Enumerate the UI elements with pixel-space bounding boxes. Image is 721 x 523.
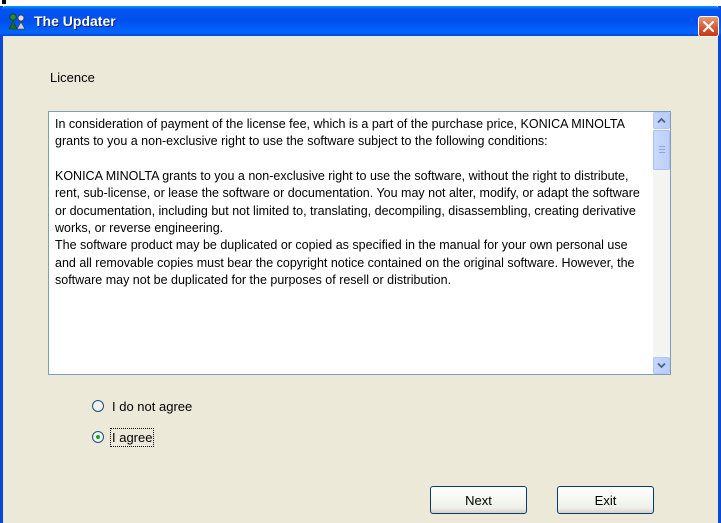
exit-button[interactable]: Exit <box>557 486 654 514</box>
disagree-radio[interactable] <box>92 400 104 412</box>
disagree-label: I do not agree <box>112 399 193 414</box>
license-paragraph: The software product may be duplicated o… <box>55 238 635 288</box>
agree-label: I agree <box>109 428 155 447</box>
thumb-grip <box>659 149 665 150</box>
license-paragraph: KONICA MINOLTA grants to you a non-exclu… <box>55 168 640 236</box>
license-text: In consideration of payment of the licen… <box>55 116 651 290</box>
window-title: The Updater <box>34 13 116 29</box>
radio-selected-dot <box>96 435 100 439</box>
agree-radio[interactable] <box>92 431 104 443</box>
next-button[interactable]: Next <box>430 486 527 514</box>
scroll-up-button[interactable] <box>653 112 670 129</box>
licence-heading: Licence <box>50 70 95 85</box>
license-paragraph: In consideration of payment of the licen… <box>55 117 625 149</box>
scroll-down-button[interactable] <box>653 357 670 374</box>
title-bar[interactable]: The Updater <box>0 6 721 37</box>
close-icon <box>702 20 715 33</box>
scroll-thumb[interactable] <box>653 130 670 170</box>
thumb-grip <box>659 146 665 147</box>
corner-mark <box>2 0 6 4</box>
chevron-down-icon <box>657 362 666 369</box>
close-button[interactable] <box>698 16 719 37</box>
license-text-area[interactable]: In consideration of payment of the licen… <box>48 111 671 375</box>
chevron-up-icon <box>657 117 666 124</box>
app-icon <box>7 12 27 30</box>
vertical-scrollbar[interactable] <box>653 112 670 374</box>
thumb-grip <box>659 152 665 153</box>
